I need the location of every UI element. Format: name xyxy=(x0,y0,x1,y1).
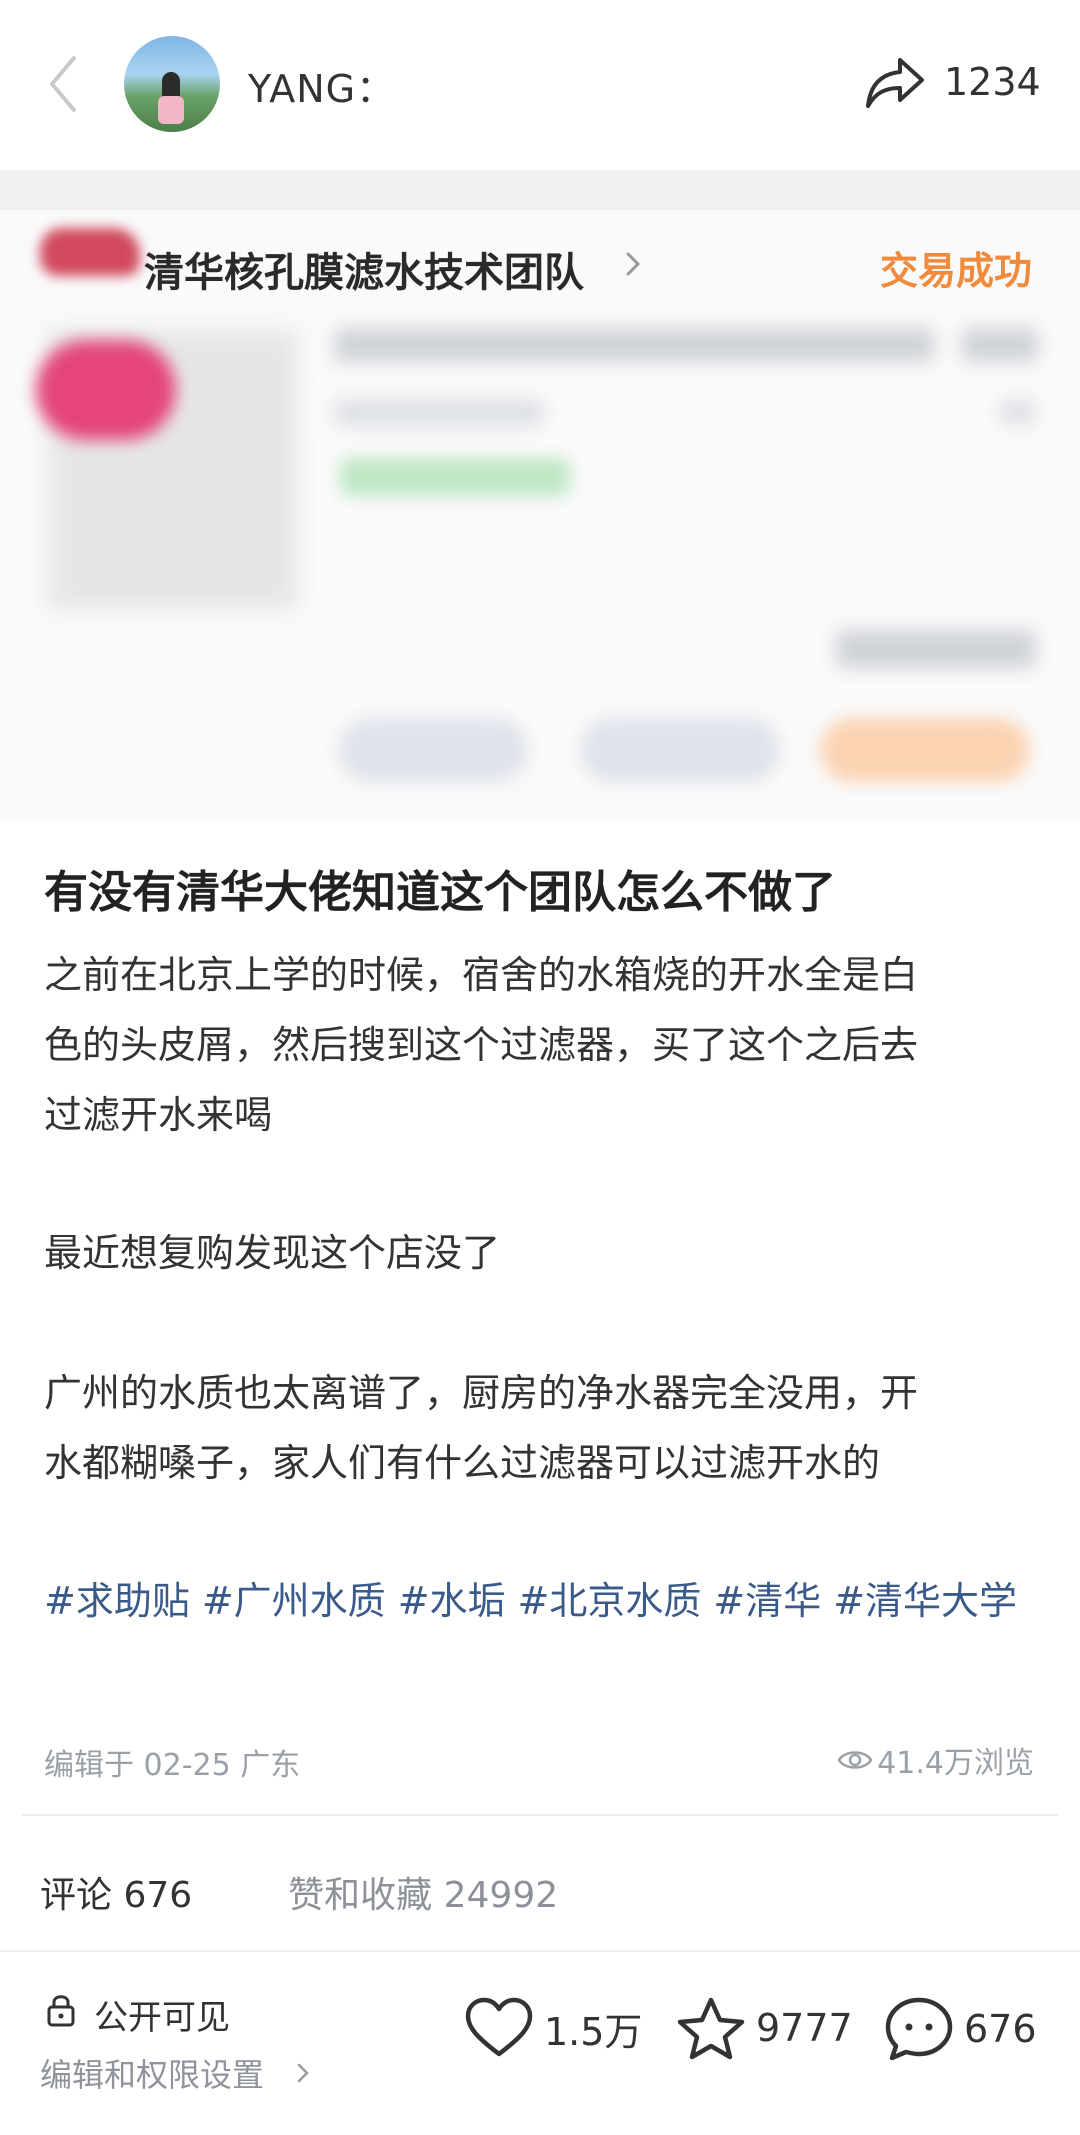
top-bar: YANG： 1234 xyxy=(0,0,1080,170)
star-icon xyxy=(677,1997,745,2060)
back-arrow-icon[interactable] xyxy=(44,52,84,116)
view-count-label: 41.4万浏览 xyxy=(877,1746,1034,1781)
shop-name[interactable]: 清华核孔膜滤水技术团队 xyxy=(144,240,584,298)
product-price-blurred xyxy=(962,328,1038,362)
collect-count: 9777 xyxy=(756,2006,853,2050)
tag-link[interactable]: #清华 xyxy=(713,1579,821,1623)
order-button-2[interactable] xyxy=(580,718,780,782)
section-divider xyxy=(0,170,1080,210)
product-qty-blurred xyxy=(1000,400,1036,424)
chevron-right-icon[interactable] xyxy=(624,244,644,284)
post-tags: #求助贴 #广州水质 #水垢 #北京水质 #清华 #清华大学 xyxy=(44,1566,1034,1636)
post-paragraph-3: 广州的水质也太离谱了，厨房的净水器完全没用，开 水都糊嗓子，家人们有什么过滤器可… xyxy=(44,1371,919,1485)
like-button[interactable]: 1.5万 xyxy=(464,1996,642,2060)
product-image-badge xyxy=(36,340,176,440)
share-count: 1234 xyxy=(944,60,1041,104)
bottom-bar: 公开可见 编辑和权限设置 1.5万 9777 676 xyxy=(0,1950,1080,2135)
avatar[interactable] xyxy=(124,36,220,132)
tag-link[interactable]: #广州水质 xyxy=(202,1579,386,1623)
divider xyxy=(22,1814,1058,1816)
order-button-1[interactable] xyxy=(338,718,528,782)
comment-count: 676 xyxy=(964,2007,1037,2051)
order-total-blurred xyxy=(836,630,1036,668)
heart-icon xyxy=(465,1997,533,2057)
tag-link[interactable]: #求助贴 xyxy=(44,1579,190,1623)
comments-tab[interactable]: 评论 676 xyxy=(40,1875,192,1916)
tag-link[interactable]: #北京水质 xyxy=(518,1579,702,1623)
eye-icon xyxy=(837,1751,873,1769)
like-count: 1.5万 xyxy=(544,2009,643,2054)
product-title-blurred xyxy=(334,328,934,362)
order-card[interactable]: 清华核孔膜滤水技术团队 交易成功 xyxy=(0,210,1080,820)
comment-button[interactable]: 676 xyxy=(884,1996,1037,2062)
username[interactable]: YANG： xyxy=(248,58,395,113)
collect-button[interactable]: 9777 xyxy=(676,1996,853,2060)
comment-bubble-icon xyxy=(885,1997,953,2061)
post-paragraph-2: 最近想复购发现这个店没了 xyxy=(44,1231,501,1275)
order-status: 交易成功 xyxy=(879,249,1032,293)
shop-logo xyxy=(40,228,140,276)
product-tag-blurred xyxy=(340,458,570,496)
post-paragraph-1: 之前在北京上学的时候，宿舍的水箱烧的开水全是白 色的头皮屑，然后搜到这个过滤器，… xyxy=(44,953,919,1137)
order-button-3[interactable] xyxy=(820,718,1030,782)
tag-link[interactable]: #清华大学 xyxy=(833,1579,1017,1623)
share-icon[interactable] xyxy=(864,56,926,110)
lock-icon xyxy=(47,1995,75,2027)
product-spec-blurred xyxy=(334,400,544,426)
likes-tab[interactable]: 赞和收藏 24992 xyxy=(288,1875,558,1916)
chevron-right-icon[interactable] xyxy=(296,2060,310,2086)
post-title: 有没有清华大佬知道这个团队怎么不做了 xyxy=(44,867,836,918)
edit-info: 编辑于 02-25 广东 xyxy=(44,1748,301,1783)
stats-row: 评论 676 赞和收藏 24992 xyxy=(40,1866,558,1918)
permission-settings-link[interactable]: 编辑和权限设置 xyxy=(40,2050,264,2096)
view-count: 41.4万浏览 xyxy=(837,1738,1034,1782)
tag-link[interactable]: #水垢 xyxy=(398,1579,506,1623)
visibility-label[interactable]: 公开可见 xyxy=(94,1990,230,2039)
